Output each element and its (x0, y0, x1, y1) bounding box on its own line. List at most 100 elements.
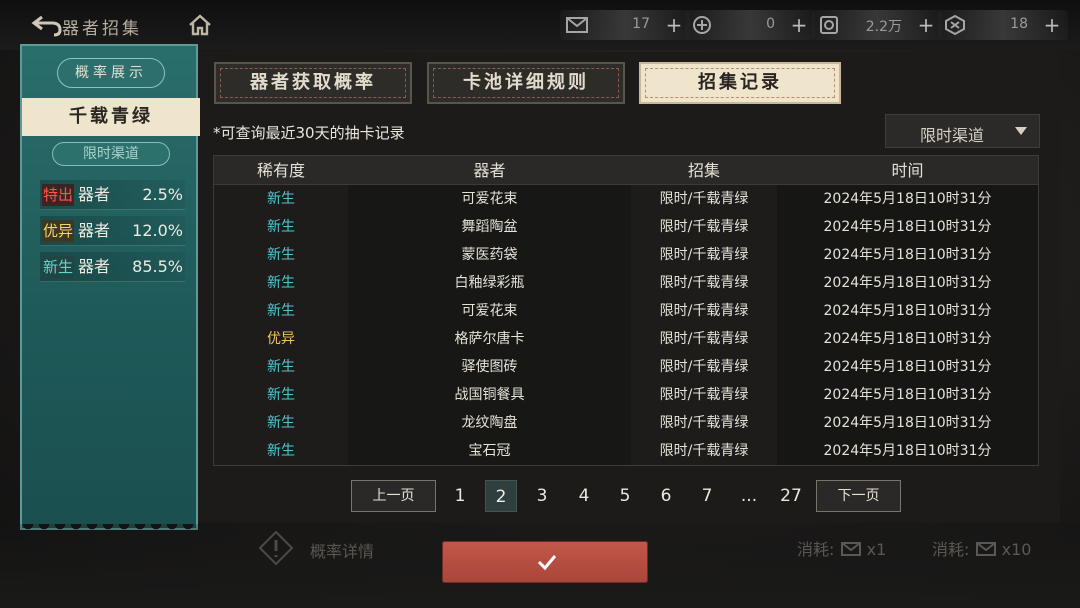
item-name-cell: 蒙医药袋 (348, 241, 631, 269)
check-icon (536, 551, 558, 573)
table-header: 稀有度 器者 招集 时间 (214, 156, 1038, 185)
time-cell: 2024年5月18日10时31分 (777, 381, 1038, 409)
cost-label: 消耗: (797, 540, 835, 559)
column-header-rarity: 稀有度 (256, 161, 305, 180)
resource-value: 18 (1010, 16, 1028, 32)
rate-percent: 2.5% (142, 185, 183, 204)
home-icon[interactable] (188, 14, 212, 36)
confirm-button[interactable] (442, 541, 648, 583)
table-row: 优异 格萨尔唐卡 限时/千载青绿 2024年5月18日10时31分 (214, 325, 1038, 353)
page-number-button[interactable]: 7 (691, 480, 723, 512)
time-cell: 2024年5月18日10时31分 (777, 437, 1038, 465)
column-header-time: 时间 (891, 161, 924, 180)
rarity-tag: 特出 (42, 184, 75, 206)
back-arrow-icon[interactable] (30, 12, 64, 38)
warning-diamond-icon[interactable] (258, 530, 294, 566)
rarity-cell: 新生 (267, 415, 295, 431)
resource-envelope: 17 + (560, 10, 690, 40)
cost-quantity: x1 (866, 540, 887, 559)
prev-page-button[interactable]: 上一页 (351, 480, 436, 512)
rarity-cell: 新生 (267, 359, 295, 375)
rarity-cell: 新生 (267, 443, 295, 459)
time-cell: 2024年5月18日10时31分 (777, 213, 1038, 241)
rarity-cell: 新生 (267, 219, 295, 235)
item-name-cell: 龙纹陶盘 (348, 409, 631, 437)
record-note: *可查询最近30天的抽卡记录 (213, 124, 405, 142)
cost-single: 消耗: x1 (797, 536, 886, 560)
rate-row-special: 特出 器者 2.5% (40, 180, 185, 210)
cost-ten: 消耗: x10 (932, 536, 1031, 560)
table-row: 新生 蒙医药袋 限时/千载青绿 2024年5月18日10时31分 (214, 241, 1038, 269)
time-cell: 2024年5月18日10时31分 (777, 325, 1038, 353)
probability-card: 概率展示 千载青绿 限时渠道 特出 器者 2.5% 优异 器者 12.0% 新生… (20, 44, 200, 534)
page-title: 器者招集 (62, 19, 142, 39)
page-number-button[interactable]: 2 (485, 480, 517, 512)
cost-label: 消耗: (932, 540, 970, 559)
add-resource-button[interactable]: + (789, 13, 809, 37)
item-name-cell: 舞蹈陶盆 (348, 213, 631, 241)
top-bar: 器者招集 17 + 0 + 2.2万 + 18 + (0, 0, 1080, 50)
resource-badge: 18 + (938, 10, 1068, 40)
column-header-item: 器者 (473, 161, 506, 180)
dropdown-value: 限时渠道 (919, 126, 984, 145)
coin-jar-icon (689, 13, 715, 37)
recruit-pool-cell: 限时/千载青绿 (659, 359, 749, 375)
channel-filter-dropdown[interactable]: 限时渠道 (885, 114, 1040, 148)
resource-value: 0 (766, 16, 775, 32)
page-number-button[interactable]: 27 (775, 480, 807, 512)
table-row: 新生 龙纹陶盘 限时/千载青绿 2024年5月18日10时31分 (214, 409, 1038, 437)
rarity-cell: 新生 (267, 247, 295, 263)
table-row: 新生 舞蹈陶盆 限时/千载青绿 2024年5月18日10时31分 (214, 213, 1038, 241)
page-ellipsis: ... (740, 486, 758, 506)
recruit-pool-cell: 限时/千载青绿 (659, 415, 749, 431)
probability-detail-link[interactable]: 概率详情 (310, 538, 374, 562)
item-name-cell: 驿使图砖 (348, 353, 631, 381)
item-name-cell: 格萨尔唐卡 (348, 325, 631, 353)
table-row: 新生 可爱花束 限时/千载青绿 2024年5月18日10时31分 (214, 185, 1038, 213)
dropdown-arrow-icon (1015, 127, 1027, 135)
page-number-button[interactable]: 5 (609, 480, 641, 512)
rate-percent: 85.5% (132, 257, 183, 276)
channel-badge: 限时渠道 (52, 142, 170, 166)
time-cell: 2024年5月18日10时31分 (777, 241, 1038, 269)
add-resource-button[interactable]: + (916, 13, 936, 37)
page-number-button[interactable]: 4 (568, 480, 600, 512)
add-resource-button[interactable]: + (664, 13, 684, 37)
item-name-cell: 宝石冠 (348, 437, 631, 465)
recruit-pool-cell: 限时/千载青绿 (659, 331, 749, 347)
rarity-cell: 新生 (267, 387, 295, 403)
cost-quantity: x10 (1001, 540, 1032, 559)
rate-label: 器者 (78, 185, 111, 204)
resource-token: 2.2万 + (812, 10, 942, 40)
resource-value: 2.2万 (865, 19, 902, 35)
tab-acquisition-rate[interactable]: 器者获取概率 (214, 62, 412, 104)
rate-label: 器者 (78, 257, 111, 276)
tab-pool-rules[interactable]: 卡池详细规则 (427, 62, 625, 104)
next-page-button[interactable]: 下一页 (816, 480, 901, 512)
tab-recruit-records[interactable]: 招集记录 (639, 62, 841, 104)
table-row: 新生 宝石冠 限时/千载青绿 2024年5月18日10时31分 (214, 437, 1038, 465)
recruit-pool-cell: 限时/千载青绿 (659, 275, 749, 291)
resource-value: 17 (632, 16, 650, 32)
recruit-pool-cell: 限时/千载青绿 (659, 387, 749, 403)
item-name-cell: 可爱花束 (348, 185, 631, 213)
time-cell: 2024年5月18日10时31分 (777, 353, 1038, 381)
add-resource-button[interactable]: + (1042, 13, 1062, 37)
page-number-button[interactable]: 6 (650, 480, 682, 512)
rarity-cell: 新生 (267, 191, 295, 207)
time-cell: 2024年5月18日10时31分 (777, 297, 1038, 325)
rarity-cell: 新生 (267, 275, 295, 291)
page-number-button[interactable]: 3 (526, 480, 558, 512)
records-table: 稀有度 器者 招集 时间 新生 可爱花束限时/千载青绿 2024年5月18日10时3… (213, 155, 1039, 466)
item-name-cell: 白釉绿彩瓶 (348, 269, 631, 297)
envelope-ticket-icon (564, 13, 590, 37)
rate-percent: 12.0% (132, 221, 183, 240)
page-number-button[interactable]: 1 (444, 480, 476, 512)
recruit-pool-cell: 限时/千载青绿 (659, 303, 749, 319)
table-row: 新生 战国铜餐具 限时/千载青绿 2024年5月18日10时31分 (214, 381, 1038, 409)
time-cell: 2024年5月18日10时31分 (777, 409, 1038, 437)
time-cell: 2024年5月18日10时31分 (777, 185, 1038, 213)
column-header-recruit: 招集 (687, 161, 720, 180)
rate-label: 器者 (78, 221, 111, 240)
table-row: 新生 可爱花束 限时/千载青绿 2024年5月18日10时31分 (214, 297, 1038, 325)
